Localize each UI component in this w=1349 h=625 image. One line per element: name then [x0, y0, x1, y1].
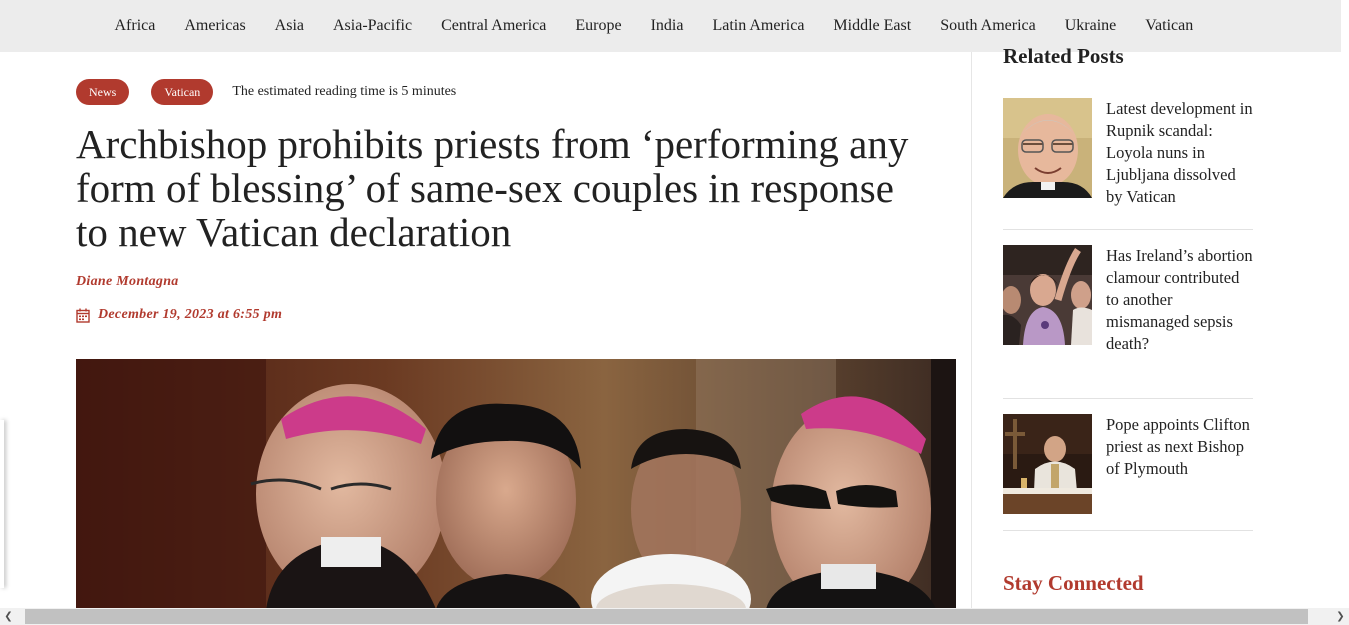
related-posts-title: Related Posts — [1003, 44, 1124, 68]
top-navigation: Africa Americas Asia Asia-Pacific Central Am… — [0, 0, 1341, 52]
related-post-1[interactable]: Latest development in Rupnik scandal: Lo… — [1003, 98, 1253, 230]
nav-item-asia[interactable]: Asia — [260, 17, 318, 35]
scrollbar-thumb[interactable] — [25, 609, 1308, 624]
related-post-thumbnail[interactable] — [1003, 245, 1092, 345]
horizontal-scrollbar[interactable]: ❮ ❯ — [0, 608, 1349, 625]
related-post-title[interactable]: Latest development in Rupnik scandal: Lo… — [1106, 98, 1253, 229]
priest-altar-photo-icon — [1003, 414, 1092, 514]
nav-item-south-america[interactable]: South America — [926, 17, 1051, 35]
related-post-2[interactable]: Has Ireland’s abortion clamour contribut… — [1003, 245, 1253, 399]
scroll-right-arrow-icon[interactable]: ❯ — [1332, 608, 1349, 625]
related-post-thumbnail[interactable] — [1003, 98, 1092, 198]
hero-image — [76, 359, 956, 609]
author-link[interactable]: Diane Montagna — [76, 274, 179, 290]
nav-item-central-america[interactable]: Central America — [427, 17, 561, 35]
left-edge-panel — [0, 420, 4, 588]
nav-item-ukraine[interactable]: Ukraine — [1050, 17, 1131, 35]
column-divider — [971, 52, 972, 608]
reading-time: The estimated reading time is 5 minutes — [232, 84, 457, 99]
publish-date: December 19, 2023 at 6:55 pm — [76, 307, 282, 323]
nav-item-asia-pacific[interactable]: Asia-Pacific — [319, 17, 427, 35]
tag-vatican[interactable]: Vatican — [151, 79, 214, 105]
related-post-thumbnail[interactable] — [1003, 414, 1092, 514]
article-tags: News Vatican The estimated reading time … — [76, 79, 456, 105]
calendar-icon — [76, 308, 90, 323]
article-headline: Archbishop prohibits priests from ‘perfo… — [76, 121, 909, 255]
nav-item-latin-america[interactable]: Latin America — [698, 17, 819, 35]
nav-item-india[interactable]: India — [636, 17, 698, 35]
nav-item-africa[interactable]: Africa — [100, 17, 170, 35]
nav-item-europe[interactable]: Europe — [561, 17, 636, 35]
scroll-left-arrow-icon[interactable]: ❮ — [0, 608, 17, 625]
portrait-photo-icon — [1003, 98, 1092, 198]
stay-connected-title: Stay Connected — [1003, 571, 1144, 595]
protest-crowd-photo-icon — [1003, 245, 1092, 345]
related-post-title[interactable]: Pope appoints Clifton priest as next Bis… — [1106, 414, 1253, 530]
related-post-title[interactable]: Has Ireland’s abortion clamour contribut… — [1106, 245, 1253, 398]
publish-date-text: December 19, 2023 at 6:55 pm — [98, 307, 283, 322]
tag-news[interactable]: News — [76, 79, 130, 105]
nav-item-vatican[interactable]: Vatican — [1131, 17, 1208, 35]
nav-item-middle-east[interactable]: Middle East — [819, 17, 926, 35]
nav-item-americas[interactable]: Americas — [170, 17, 260, 35]
photo-of-bishops-icon — [76, 359, 956, 609]
related-post-3[interactable]: Pope appoints Clifton priest as next Bis… — [1003, 414, 1253, 531]
